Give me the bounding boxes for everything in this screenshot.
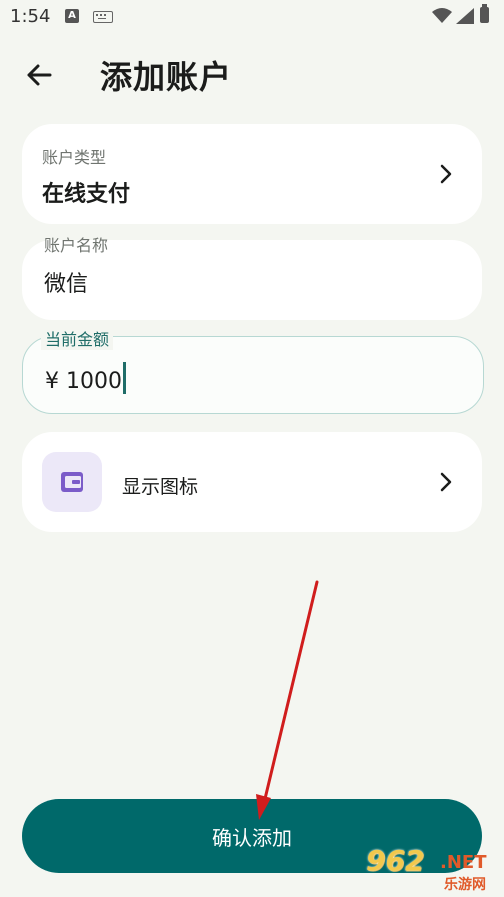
- chevron-right-icon: [440, 472, 452, 492]
- account-name-input[interactable]: 微信: [44, 266, 444, 298]
- text-cursor: [122, 362, 126, 394]
- watermark-site: 乐游网: [444, 877, 486, 893]
- account-name-field[interactable]: 账户名称 微信: [22, 236, 482, 320]
- page-title: 添加账户: [100, 58, 233, 96]
- battery-icon: [480, 4, 489, 23]
- font-a-icon: A: [65, 9, 79, 23]
- wifi-icon: [432, 8, 452, 23]
- wallet-icon: [61, 472, 83, 492]
- back-arrow-icon[interactable]: [22, 58, 56, 92]
- icon-selector[interactable]: 显示图标: [22, 432, 482, 532]
- account-type-label: 账户类型: [42, 148, 107, 167]
- amount-input[interactable]: ¥ 1000: [45, 362, 126, 394]
- amount-field[interactable]: 当前金额 ¥ 1000: [22, 326, 484, 414]
- amount-value: ¥ 1000: [45, 369, 122, 394]
- amount-label: 当前金额: [41, 326, 114, 350]
- watermark-logo: 962 .NET 乐游网: [362, 842, 500, 893]
- watermark-suffix: .NET: [440, 852, 487, 873]
- icon-preview: [42, 452, 102, 512]
- account-type-value: 在线支付: [42, 182, 131, 207]
- status-bar: 1:54 A: [0, 0, 504, 34]
- signal-icon: [456, 8, 474, 24]
- keyboard-icon: [93, 11, 113, 23]
- watermark-number: 962: [366, 844, 425, 877]
- chevron-right-icon: [440, 164, 452, 184]
- icon-row-label: 显示图标: [122, 476, 199, 498]
- account-name-label: 账户名称: [44, 236, 109, 255]
- status-time: 1:54: [10, 6, 51, 27]
- account-type-selector[interactable]: 账户类型 在线支付: [22, 124, 482, 224]
